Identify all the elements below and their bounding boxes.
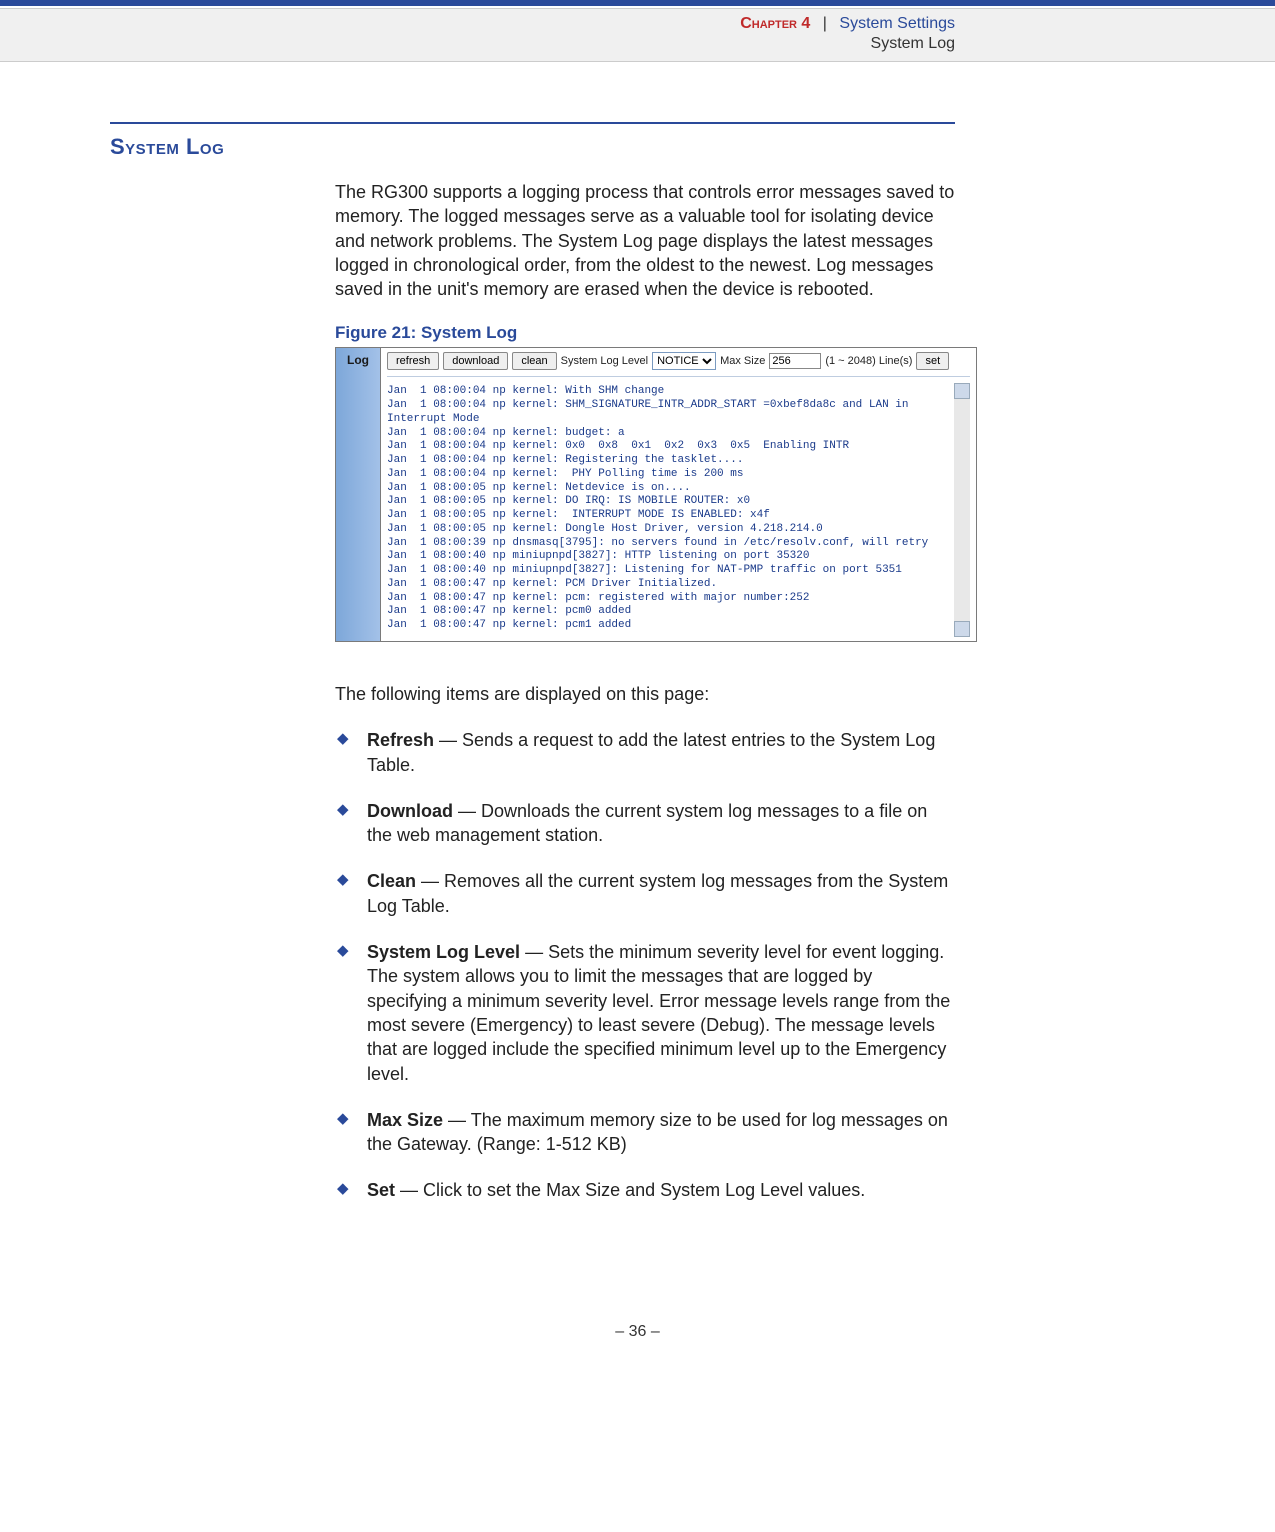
section-title: System Log — [110, 134, 955, 160]
maxsize-label: Max Size — [720, 355, 765, 367]
item-desc: — Sends a request to add the latest entr… — [367, 730, 935, 774]
log-level-select[interactable]: NOTICE — [652, 352, 716, 370]
log-viewport: Jan 1 08:00:04 np kernel: With SHM chang… — [387, 383, 970, 637]
item-desc: — The maximum memory size to be used for… — [367, 1110, 948, 1154]
chapter-subtitle: System Log — [0, 35, 955, 53]
figure-side-tab-label: Log — [347, 353, 369, 367]
list-item: Download — Downloads the current system … — [335, 799, 955, 848]
page-number: – 36 – — [0, 1323, 1275, 1361]
page-header: Chapter 4 | System Settings System Log — [0, 8, 1275, 62]
chapter-label: Chapter 4 — [740, 15, 810, 32]
item-list: Refresh — Sends a request to add the lat… — [335, 728, 955, 1202]
figure-screenshot: Log refresh download clean System Log Le… — [335, 347, 977, 642]
chapter-title: System Settings — [839, 15, 955, 32]
item-term: Set — [367, 1180, 395, 1200]
list-item: Clean — Removes all the current system l… — [335, 869, 955, 918]
list-item: Refresh — Sends a request to add the lat… — [335, 728, 955, 777]
list-item: System Log Level — Sets the minimum seve… — [335, 940, 955, 1086]
list-item: Set — Click to set the Max Size and Syst… — [335, 1178, 955, 1202]
figure-toolbar: refresh download clean System Log Level … — [387, 352, 970, 377]
maxsize-input[interactable] — [769, 353, 821, 369]
scrollbar-up-icon[interactable] — [954, 383, 970, 399]
item-term: Refresh — [367, 730, 434, 750]
chapter-separator: | — [815, 15, 835, 32]
intro-paragraph: The RG300 supports a logging process tha… — [335, 180, 955, 301]
list-item: Max Size — The maximum memory size to be… — [335, 1108, 955, 1157]
item-desc: — Removes all the current system log mes… — [367, 871, 948, 915]
item-desc: — Click to set the Max Size and System L… — [395, 1180, 865, 1200]
log-level-label: System Log Level — [561, 355, 648, 367]
download-button[interactable]: download — [443, 352, 508, 370]
item-desc: — Sets the minimum severity level for ev… — [367, 942, 950, 1083]
top-accent-bar — [0, 0, 1275, 6]
log-text: Jan 1 08:00:04 np kernel: With SHM chang… — [387, 383, 954, 637]
item-term: System Log Level — [367, 942, 520, 962]
section-rule — [110, 122, 955, 124]
figure-caption: Figure 21: System Log — [335, 323, 955, 343]
figure-side-tab: Log — [336, 348, 381, 641]
item-term: Clean — [367, 871, 416, 891]
range-label: (1 ~ 2048) Line(s) — [825, 355, 912, 367]
clean-button[interactable]: clean — [512, 352, 556, 370]
follow-text: The following items are displayed on thi… — [335, 682, 955, 706]
item-term: Max Size — [367, 1110, 443, 1130]
set-button[interactable]: set — [916, 352, 949, 370]
item-term: Download — [367, 801, 453, 821]
refresh-button[interactable]: refresh — [387, 352, 439, 370]
scrollbar-down-icon[interactable] — [954, 621, 970, 637]
